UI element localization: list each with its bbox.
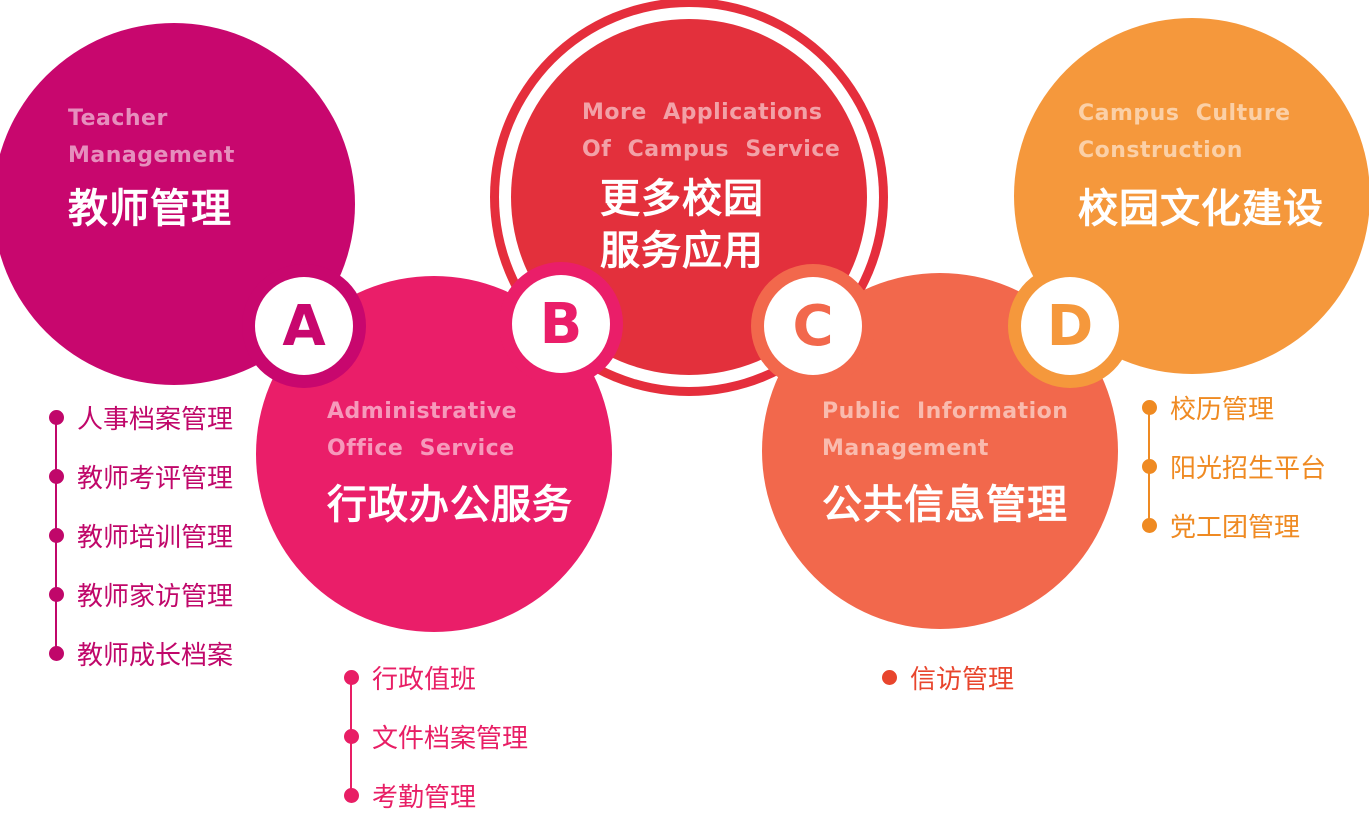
bullet-dot	[49, 527, 64, 543]
administrative-office-en-line-1: Administrative	[327, 399, 518, 424]
list-item-label: 行政值班	[372, 664, 477, 695]
badge-c-letter: C	[764, 277, 862, 375]
bullet-dot	[49, 409, 64, 425]
public-information-en-line-1: Public Information	[822, 399, 1069, 424]
list-item: 教师家访管理	[49, 579, 233, 612]
list-item-label: 教师成长档案	[77, 640, 234, 671]
list-item: 文件档案管理	[344, 721, 528, 754]
list-item-label: 文件档案管理	[372, 723, 529, 754]
list-item: 人事档案管理	[49, 402, 233, 435]
more-applications-en-line-2: Of Campus Service	[582, 137, 841, 162]
teacher-management-en-line-1: Teacher	[68, 106, 168, 131]
badge-d: D	[1008, 264, 1132, 388]
list-item-label: 校历管理	[1170, 394, 1275, 425]
bullet-dot	[344, 728, 359, 744]
teacher-management-title: 教师管理	[68, 186, 232, 232]
badge-b: B	[499, 262, 623, 386]
list-item-label: 教师考评管理	[77, 463, 234, 494]
list-item-label: 人事档案管理	[77, 404, 234, 435]
campus-culture-en-line-2: Construction	[1078, 138, 1243, 163]
list-item: 教师培训管理	[49, 520, 233, 553]
bullet-dot	[49, 645, 64, 661]
more-applications-title-line-1: 更多校园	[600, 176, 764, 222]
list-item: 教师考评管理	[49, 461, 233, 494]
list-item-label: 考勤管理	[372, 782, 477, 813]
administrative-office-en-line-2: Office Service	[327, 436, 515, 461]
list-item: 阳光招生平台	[1142, 451, 1326, 484]
list-teacher-management: 人事档案管理 教师考评管理 教师培训管理 教师家访管理 教师成长档案	[49, 402, 276, 671]
list-administrative-office: 行政值班 文件档案管理 考勤管理	[344, 662, 571, 813]
badge-b-letter: B	[512, 275, 610, 373]
public-information-en-line-2: Management	[822, 436, 989, 461]
more-applications-title-line-2: 服务应用	[600, 228, 764, 274]
more-applications-en-line-1: More Applications	[582, 100, 823, 125]
list-item: 行政值班	[344, 662, 476, 695]
badge-a-letter: A	[255, 277, 353, 375]
list-public-information: 信访管理	[882, 662, 1069, 695]
administrative-office-title: 行政办公服务	[327, 482, 573, 528]
list-item: 考勤管理	[344, 780, 476, 813]
campus-culture-title: 校园文化建设	[1078, 186, 1324, 232]
badge-c: C	[751, 264, 875, 388]
list-item-label: 教师家访管理	[77, 581, 234, 612]
bullet-dot	[1142, 399, 1157, 415]
list-item-label: 党工团管理	[1170, 512, 1301, 543]
campus-culture-en-line-1: Campus Culture	[1078, 101, 1291, 126]
bullet-dot	[344, 669, 359, 685]
badge-d-letter: D	[1021, 277, 1119, 375]
list-item: 校历管理	[1142, 392, 1274, 425]
list-item: 信访管理	[882, 662, 1014, 695]
bullet-dot	[344, 787, 359, 803]
bullet-dot	[1142, 517, 1157, 533]
badge-a: A	[242, 264, 366, 388]
bullet-dot	[49, 468, 64, 484]
list-item: 教师成长档案	[49, 638, 233, 671]
bullet-dot	[49, 586, 64, 602]
list-item-label: 信访管理	[910, 664, 1015, 695]
teacher-management-en-line-2: Management	[68, 143, 235, 168]
list-item: 党工团管理	[1142, 510, 1300, 543]
bullet-dot	[1142, 458, 1157, 474]
public-information-title: 公共信息管理	[822, 482, 1068, 528]
bullet-dot	[882, 669, 897, 685]
list-campus-culture: 校历管理 阳光招生平台 党工团管理	[1142, 392, 1359, 543]
list-item-label: 阳光招生平台	[1170, 453, 1327, 484]
list-item-label: 教师培训管理	[77, 522, 234, 553]
